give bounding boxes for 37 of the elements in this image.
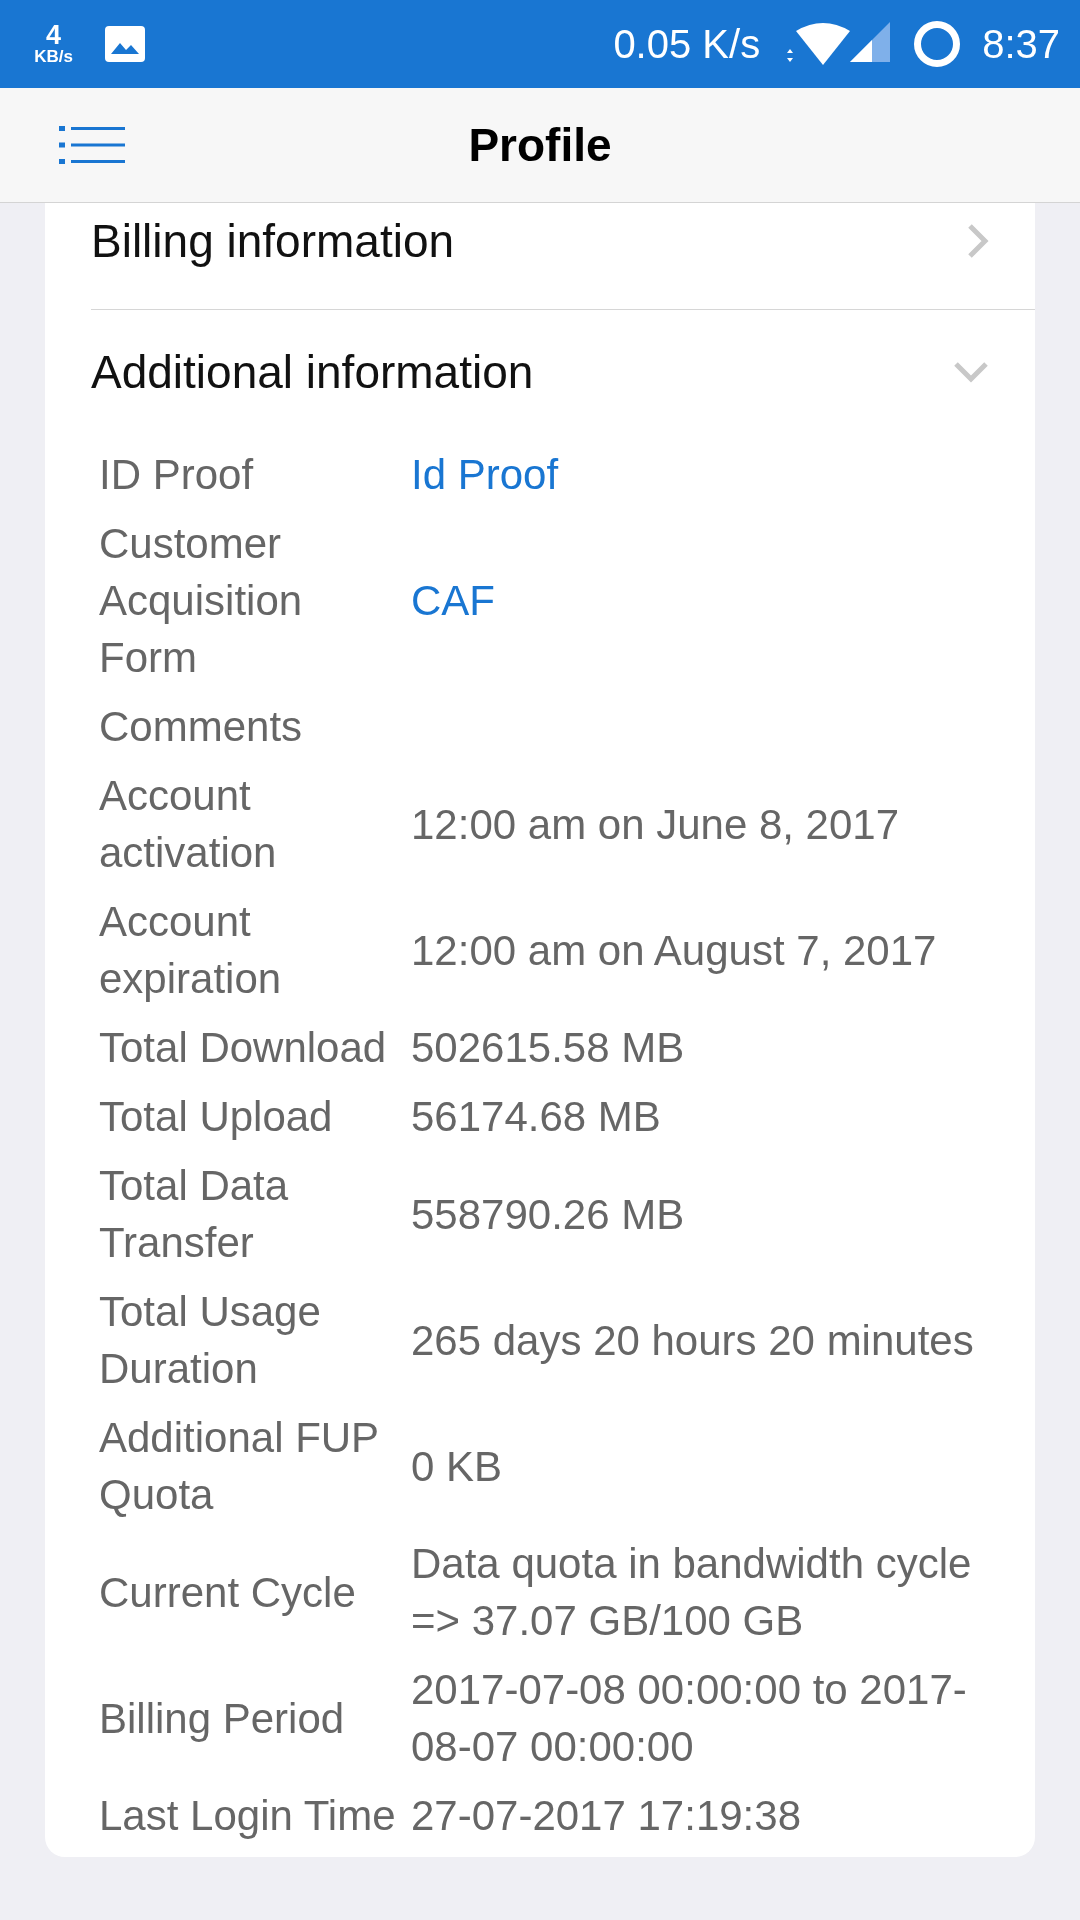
menu-icon[interactable] (59, 126, 125, 164)
field-label: Account activation (99, 771, 278, 878)
field-value: 0 KB (411, 1441, 503, 1492)
section-header[interactable]: Additional information (91, 310, 1035, 440)
image-icon (105, 26, 145, 62)
section-header[interactable]: Billing information (91, 203, 1035, 309)
download-speed-unit: KB/s (34, 48, 73, 66)
field-value: Data quota in bandwidth cycle => 37.07 GB/100 GB (411, 1539, 973, 1646)
field-value: 265 days 20 hours 20 minutes (411, 1315, 974, 1366)
clock: 8:37 (982, 21, 1060, 68)
field-label: Total Download (99, 1023, 387, 1073)
page-title: Profile (468, 118, 612, 173)
ring-icon (914, 21, 961, 67)
field-label: Account expiration (99, 897, 283, 1004)
field-value: 56174.68 MB (411, 1092, 661, 1142)
field-label: Total Data Transfer (99, 1161, 290, 1268)
download-speed-value: 4 (46, 22, 61, 48)
field-label: ID Proof (99, 450, 254, 500)
field-label: Comments (99, 702, 303, 752)
field-label: Current Cycle (99, 1567, 356, 1618)
field-label: Total Upload (99, 1092, 333, 1142)
wifi-icon (786, 23, 851, 65)
field-label: Billing Period (99, 1693, 345, 1744)
document-link[interactable]: Id Proof (411, 446, 559, 503)
document-link[interactable]: CAF (411, 572, 495, 629)
field-label: Additional FUP Quota (99, 1413, 380, 1520)
field-value: 502615.58 MB (411, 1023, 685, 1073)
signal-icon (850, 22, 891, 62)
field-value: 27-07-2017 17:19:38 (411, 1791, 801, 1841)
network-speed: 0.05 K/s (613, 21, 761, 68)
field-value: 12:00 am on June 8, 2017 (411, 799, 900, 850)
field-label: Last Login Time (99, 1791, 396, 1841)
field-label: Total Usage Duration (99, 1287, 322, 1394)
field-value: 12:00 am on August 7, 2017 (411, 925, 937, 976)
field-value: 558790.26 MB (411, 1189, 685, 1240)
field-label: Customer Acquisition Form (99, 519, 304, 683)
field-value: 2017-07-08 00:00:00 to 2017-08-07 00:00:00 (411, 1665, 968, 1772)
